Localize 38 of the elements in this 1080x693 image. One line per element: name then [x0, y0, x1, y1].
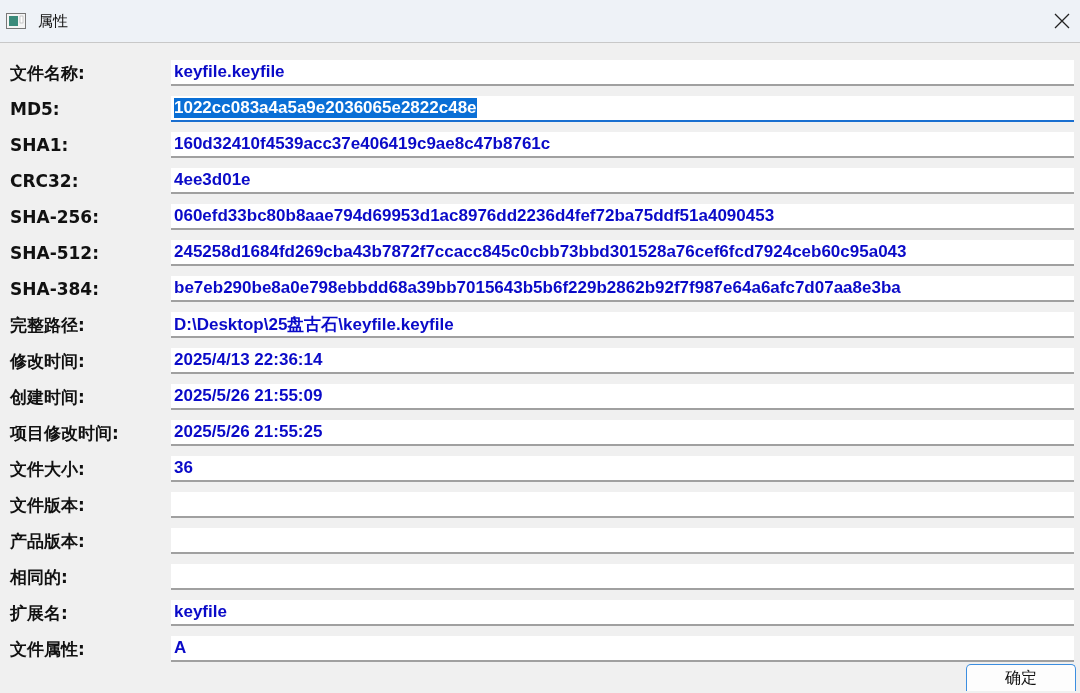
- close-icon[interactable]: [1054, 13, 1070, 29]
- value-field[interactable]: 160d32410f4539acc37e406419c9ae8c47b8761c: [171, 132, 1074, 158]
- field-label: SHA-512:: [10, 243, 100, 263]
- value-field[interactable]: 2025/5/26 21:55:25: [171, 420, 1074, 446]
- field-label: SHA-256:: [10, 207, 100, 227]
- field-label: 文件属性:: [10, 637, 86, 661]
- value-field[interactable]: 245258d1684fd269cba43b7872f7ccacc845c0cbb73bbd301528a76cef6fcd7924ceb60c95a043: [171, 240, 1074, 266]
- value-field[interactable]: [171, 564, 1074, 590]
- value-field[interactable]: [171, 492, 1074, 518]
- value-field[interactable]: 36: [171, 456, 1074, 482]
- field-label: 扩展名:: [10, 601, 69, 625]
- field-label: 项目修改时间:: [10, 421, 120, 445]
- field-label: SHA-384:: [10, 279, 100, 299]
- value-field[interactable]: 060efd33bc80b8aae794d69953d1ac8976dd2236d4fef72ba75ddf51a4090453: [171, 204, 1074, 230]
- field-label: 修改时间:: [10, 349, 86, 373]
- field-label: CRC32:: [10, 171, 80, 191]
- value-field[interactable]: 2025/5/26 21:55:09: [171, 384, 1074, 410]
- field-label: SHA1:: [10, 135, 70, 155]
- window-title: 属性: [38, 11, 69, 31]
- value-field[interactable]: D:\Desktop\25盘古石\keyfile.keyfile: [171, 312, 1074, 338]
- field-label: 完整路径:: [10, 313, 86, 337]
- field-label: 文件大小:: [10, 457, 86, 481]
- value-field[interactable]: [171, 528, 1074, 554]
- value-field[interactable]: 1022cc083a4a5a9e2036065e2822c48e: [171, 96, 1074, 122]
- field-label: 产品版本:: [10, 529, 86, 553]
- value-field[interactable]: A: [171, 636, 1074, 662]
- field-label: 相同的:: [10, 565, 69, 589]
- field-label: 创建时间:: [10, 385, 86, 409]
- field-label: 文件名称:: [10, 61, 86, 85]
- window-icon: [6, 13, 26, 29]
- value-field[interactable]: keyfile: [171, 600, 1074, 626]
- value-field[interactable]: 4ee3d01e: [171, 168, 1074, 194]
- value-field[interactable]: keyfile.keyfile: [171, 60, 1074, 86]
- field-label: 文件版本:: [10, 493, 86, 517]
- field-label: MD5:: [10, 99, 61, 119]
- value-field[interactable]: 2025/4/13 22:36:14: [171, 348, 1074, 374]
- value-field[interactable]: be7eb290be8a0e798ebbdd68a39bb7015643b5b6f229b2862b92f7f987e64a6afc7d07aa8e3ba: [171, 276, 1074, 302]
- ok-button[interactable]: 确定: [966, 664, 1076, 691]
